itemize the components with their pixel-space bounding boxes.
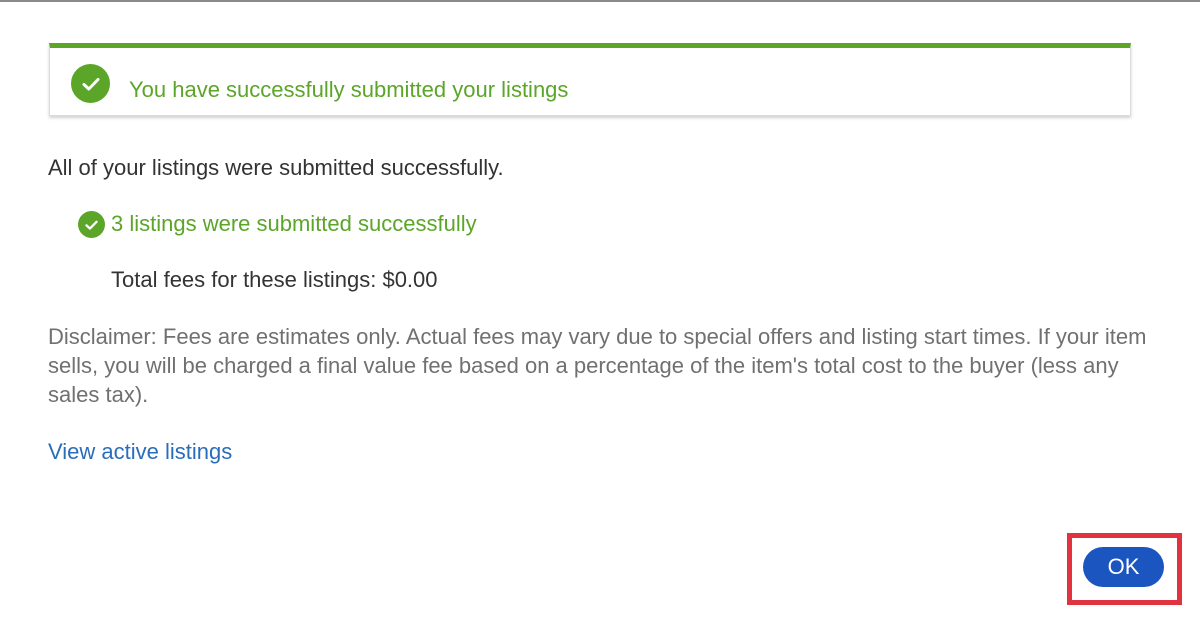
- fees-disclaimer: Disclaimer: Fees are estimates only. Act…: [48, 324, 1147, 407]
- view-active-listings-link[interactable]: View active listings: [48, 438, 232, 466]
- success-message: You have successfully submitted your lis…: [129, 77, 569, 102]
- check-circle-icon: [78, 211, 105, 238]
- submission-summary: All of your listings were submitted succ…: [48, 155, 504, 180]
- total-fees: Total fees for these listings: $0.00: [111, 267, 438, 292]
- ok-button[interactable]: OK: [1083, 547, 1164, 587]
- top-divider: [0, 0, 1200, 2]
- check-circle-icon: [71, 64, 110, 103]
- success-banner: You have successfully submitted your lis…: [49, 43, 1131, 116]
- submitted-count: 3 listings were submitted successfully: [111, 211, 477, 236]
